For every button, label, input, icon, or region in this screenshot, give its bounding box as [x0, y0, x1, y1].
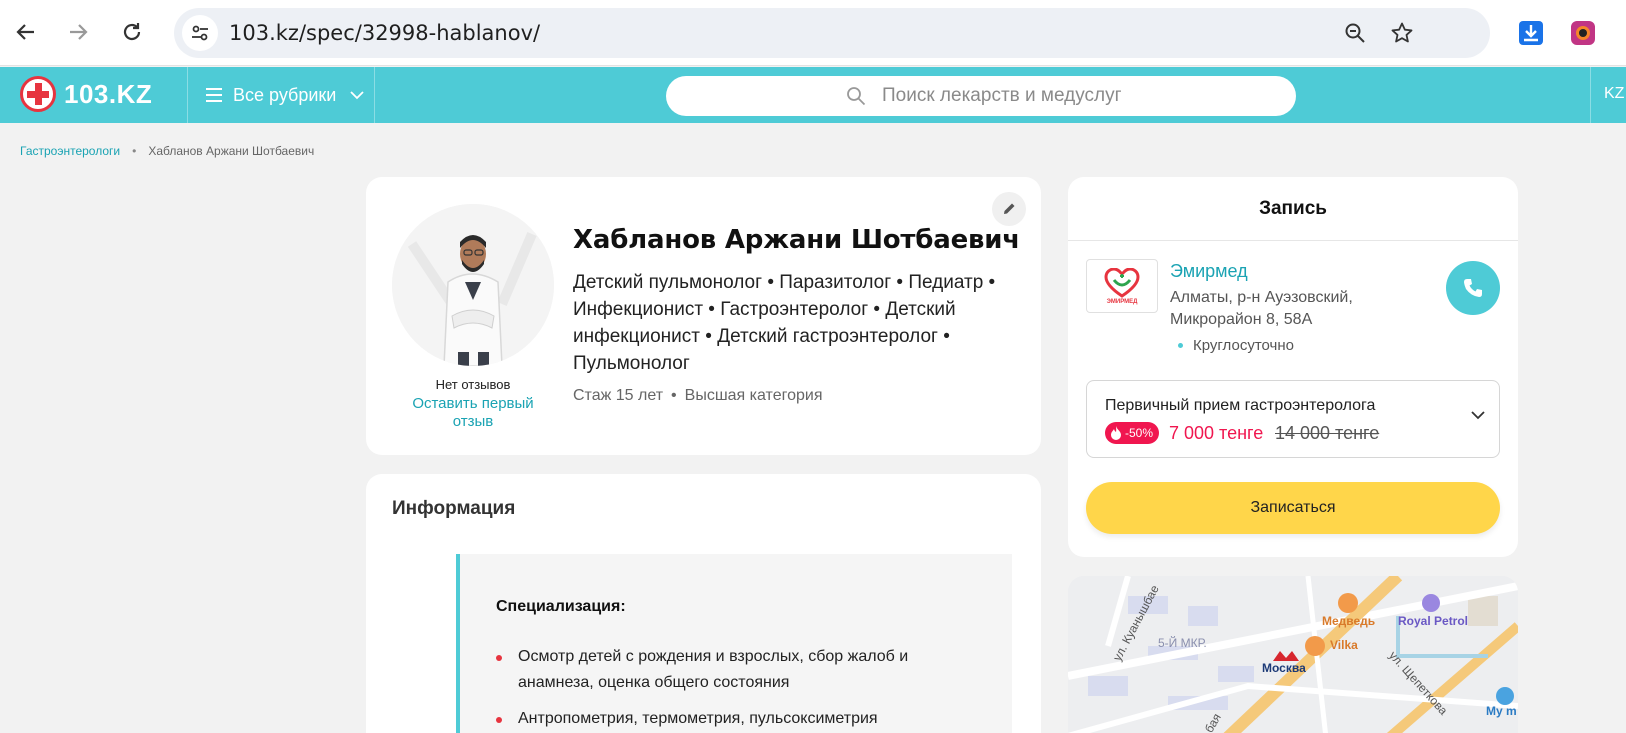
doctor-avatar	[392, 204, 554, 366]
clinic-logo[interactable]: ЭМИРМЕД	[1086, 259, 1158, 313]
browser-toolbar: 103.kz/spec/32998-hablanov/	[0, 0, 1626, 66]
book-appointment-button[interactable]: Записаться	[1086, 482, 1500, 534]
map-metro-label: Москва	[1262, 661, 1306, 675]
call-button[interactable]	[1446, 261, 1500, 315]
search-input[interactable]	[882, 85, 1262, 107]
chevron-down-icon	[350, 90, 364, 99]
site-logo[interactable]: 103.KZ	[20, 76, 152, 112]
map-poi-label: Vilka	[1330, 638, 1358, 652]
list-item: Осмотр детей с рождения и взрослых, сбор…	[496, 644, 976, 696]
doctor-profile-card: Нет отзывов Оставить первый отзыв Хаблан…	[366, 177, 1041, 455]
clinic-hours-label: Круглосуточно	[1193, 337, 1294, 354]
map-poi-label: Медведь	[1322, 614, 1376, 628]
url-text[interactable]: 103.kz/spec/32998-hablanov/	[229, 21, 540, 45]
reload-button[interactable]	[114, 14, 150, 50]
clinic-address: Алматы, р-н Ауэзовский, Микрорайон 8, 58…	[1170, 289, 1353, 328]
rubrics-label: Все рубрики	[233, 84, 337, 105]
back-button[interactable]	[8, 14, 44, 50]
zoom-icon[interactable]	[1341, 19, 1369, 47]
info-quote-box: Специализация: Осмотр детей с рождения и…	[456, 554, 1012, 733]
site-header: 103.KZ Все рубрики KZ	[0, 67, 1626, 123]
chevron-down-icon	[1471, 411, 1485, 420]
heart-logo-icon	[1104, 267, 1140, 298]
specialization-heading: Специализация:	[496, 598, 626, 615]
doctor-experience: Стаж 15 лет	[573, 387, 664, 404]
service-select[interactable]: Первичный прием гастроэнтеролога -50% 7 …	[1086, 380, 1500, 458]
map-poi-label: Мy m	[1486, 704, 1517, 718]
clinic-hours: Круглосуточно	[1178, 337, 1294, 354]
doctor-category: Высшая категория	[684, 387, 823, 404]
map-poi-label: Royal Petrol	[1398, 614, 1469, 628]
info-card: Информация Специализация: Осмотр детей с…	[366, 474, 1041, 733]
info-title: Информация	[392, 498, 516, 519]
breadcrumb: Гастроэнтерологи • Хабланов Аржани Шотба…	[20, 144, 314, 158]
language-switch[interactable]: KZ	[1604, 85, 1624, 103]
specialization-list: Осмотр детей с рождения и взрослых, сбор…	[496, 644, 976, 733]
download-icon[interactable]	[1516, 18, 1546, 48]
phone-icon	[1464, 279, 1482, 297]
logo-text: 103.KZ	[64, 78, 153, 109]
doctor-photo	[392, 204, 554, 366]
map-district-label: 5-Й МКР.	[1158, 636, 1207, 650]
header-divider	[374, 67, 375, 123]
price-old: 14 000 тенге	[1275, 423, 1380, 443]
extension-icon[interactable]	[1568, 18, 1598, 48]
doctor-name: Хабланов Аржани Шотбаевич	[573, 225, 1020, 255]
medical-cross-icon	[20, 76, 56, 112]
reload-icon	[123, 23, 141, 41]
service-name: Первичный прием гастроэнтеролога	[1105, 397, 1376, 414]
doctor-meta: Стаж 15 лет • Высшая категория	[573, 387, 822, 405]
pencil-icon	[1004, 203, 1015, 214]
clinic-name-link[interactable]: Эмирмед	[1170, 261, 1248, 282]
discount-label: -50%	[1125, 426, 1154, 440]
site-settings-icon[interactable]	[182, 15, 218, 51]
no-reviews-label: Нет отзывов	[435, 377, 511, 392]
leave-review-link[interactable]: Оставить первый отзыв	[402, 395, 544, 431]
list-item: Антропометрия, термометрия, пульсоксимет…	[496, 706, 976, 732]
breadcrumb-separator: •	[132, 144, 137, 158]
doctor-specialties: Детский пульмонолог • Паразитолог • Педи…	[573, 272, 996, 374]
arrow-right-icon	[70, 24, 88, 40]
arrow-left-icon	[16, 24, 34, 40]
address-bar[interactable]: 103.kz/spec/32998-hablanov/	[174, 8, 1490, 58]
booking-card: Запись ЭМИРМЕД Эмирмед Алматы, р-н Ауэзо…	[1068, 177, 1518, 557]
price-new: 7 000 тенге	[1169, 423, 1264, 443]
header-divider	[1590, 67, 1591, 123]
fire-icon	[1111, 426, 1121, 440]
booking-title: Запись	[1068, 177, 1518, 241]
breadcrumb-current: Хабланов Аржани Шотбаевич	[148, 144, 315, 158]
clinic-logo-text: ЭМИРМЕД	[1106, 298, 1138, 305]
map-canvas	[1068, 576, 1518, 733]
header-divider	[187, 67, 188, 123]
discount-badge: -50%	[1105, 422, 1160, 444]
rubrics-menu-button[interactable]: Все рубрики	[205, 67, 364, 123]
menu-icon	[206, 88, 222, 102]
meta-separator: •	[671, 387, 677, 404]
breadcrumb-link-gastro[interactable]: Гастроэнтерологи	[20, 144, 120, 158]
search-icon	[846, 86, 866, 106]
clinic-map[interactable]: ул. Куанышбае 5-Й МКР. Медведь Vilka Мос…	[1068, 576, 1518, 733]
status-dot	[1178, 343, 1183, 348]
forward-button[interactable]	[60, 14, 96, 50]
bookmark-star-icon[interactable]	[1388, 19, 1416, 47]
search-bar[interactable]	[666, 76, 1296, 116]
edit-button[interactable]	[992, 192, 1026, 226]
